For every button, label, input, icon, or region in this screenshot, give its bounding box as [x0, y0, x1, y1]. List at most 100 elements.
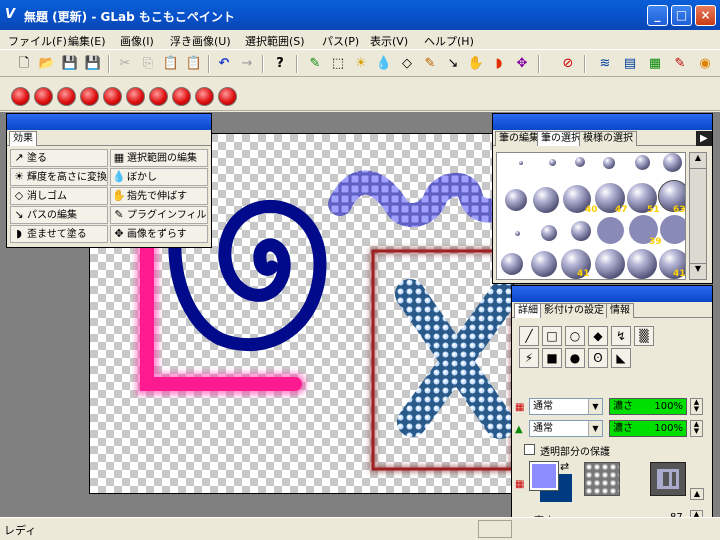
panel-title-bar[interactable]: [493, 114, 712, 130]
record-button-6[interactable]: [126, 87, 145, 106]
menu-path[interactable]: パス(P): [322, 33, 359, 49]
brush-swatch[interactable]: [515, 231, 520, 236]
new-icon[interactable]: 🗋: [14, 54, 34, 74]
opacity-spinner-2[interactable]: ▲ ▼: [690, 420, 703, 437]
save-icon[interactable]: 💾: [60, 54, 80, 74]
paste-icon[interactable]: 📋: [161, 54, 181, 74]
stop-icon[interactable]: ⊘: [558, 54, 578, 74]
brush-swatch[interactable]: [549, 159, 556, 166]
record-button-2[interactable]: [34, 87, 53, 106]
panel-title-bar[interactable]: [7, 114, 211, 130]
menu-help[interactable]: ヘルプ(H): [424, 33, 474, 49]
cut-icon[interactable]: ✂: [115, 54, 135, 74]
tab-detail[interactable]: 詳細: [514, 303, 542, 318]
scroll-down-icon[interactable]: ▼: [690, 263, 706, 279]
rect-filled-icon[interactable]: ■: [542, 348, 562, 368]
record-button-5[interactable]: [103, 87, 122, 106]
rect-outline-icon[interactable]: □: [542, 326, 562, 346]
shift-image-icon[interactable]: ✥: [512, 54, 532, 74]
brush-swatch[interactable]: [505, 189, 527, 211]
foreground-color-swatch[interactable]: [529, 461, 559, 491]
brush-swatch[interactable]: [595, 249, 625, 279]
lasso-line-icon[interactable]: ↯: [611, 326, 631, 346]
scroll-up-icon[interactable]: ▲: [690, 153, 706, 169]
smudge-tool-icon[interactable]: ✋: [466, 54, 486, 74]
brightness-height-icon[interactable]: ☀: [351, 54, 371, 74]
copy-icon[interactable]: ⎘: [138, 54, 158, 74]
effect-edit-path[interactable]: ↘ パスの編集: [10, 206, 108, 224]
lasso-icon[interactable]: ʘ: [588, 348, 608, 368]
circle-outline-icon[interactable]: ○: [565, 326, 585, 346]
maximize-button[interactable]: □: [671, 5, 692, 26]
record-button-10[interactable]: [218, 87, 237, 106]
menu-view[interactable]: 表示(V): [370, 33, 408, 49]
menu-image[interactable]: 画像(I): [120, 33, 154, 49]
effect-plugin-filter[interactable]: ✎プラグインフィルター: [110, 206, 208, 224]
pattern-preview[interactable]: [650, 462, 686, 496]
paste-new-icon[interactable]: 📋: [184, 54, 204, 74]
tab-select-pattern[interactable]: 模様の選択: [579, 131, 637, 146]
circle-filled-icon[interactable]: ●: [565, 348, 585, 368]
grid-tool-icon[interactable]: ▦: [645, 54, 665, 74]
opacity-bar-1[interactable]: 濃さ 100%: [609, 398, 687, 415]
path-tool-icon[interactable]: ↘: [443, 54, 463, 74]
record-button-7[interactable]: [149, 87, 168, 106]
brush-swatch[interactable]: [660, 215, 685, 244]
effect-smudge[interactable]: ✋指先で伸ばす: [110, 187, 208, 205]
opacity-spinner-1[interactable]: ▲ ▼: [690, 398, 703, 415]
record-button-9[interactable]: [195, 87, 214, 106]
tab-scroll-arrow[interactable]: ▶: [696, 131, 712, 146]
effect-eraser[interactable]: ◇ 消しゴム: [10, 187, 108, 205]
brush-settings-icon[interactable]: ✎: [670, 54, 690, 74]
effect-blur[interactable]: 💧ぼかし: [110, 168, 208, 186]
blend-mode-select-1[interactable]: 通常 ▼: [529, 398, 603, 415]
brush-swatch[interactable]: [501, 253, 523, 275]
menu-edit[interactable]: 編集(E): [68, 33, 106, 49]
redo-icon[interactable]: →: [237, 54, 257, 74]
pattern-menu-icon[interactable]: ▲: [690, 488, 704, 500]
close-button[interactable]: ×: [695, 5, 716, 26]
effect-shift-image[interactable]: ✥ 画像をずらす: [110, 225, 208, 243]
menu-file[interactable]: ファイル(F): [8, 33, 67, 49]
minimize-button[interactable]: _: [647, 5, 668, 26]
freeform-shape-icon[interactable]: ◆: [588, 326, 608, 346]
paint-tool-icon[interactable]: ✎: [305, 54, 325, 74]
effect-paint[interactable]: ↗ 塗る: [10, 149, 108, 167]
protect-transparency-checkbox[interactable]: [524, 444, 535, 455]
eraser-tool-icon[interactable]: ◇: [397, 54, 417, 74]
opacity-bar-2[interactable]: 濃さ 100%: [609, 420, 687, 437]
line-tool-icon[interactable]: ╱: [519, 326, 539, 346]
wave-icon[interactable]: ≋: [595, 54, 615, 74]
brush-swatch[interactable]: [663, 153, 682, 172]
brush-swatch[interactable]: [519, 161, 523, 165]
brush-swatch[interactable]: [635, 155, 650, 170]
brush-swatch[interactable]: [571, 221, 591, 241]
blend-mode-select-2[interactable]: 通常 ▼: [529, 420, 603, 437]
title-bar[interactable]: V 無題 (更新) - GLab もこもこペイント _ □ ×: [0, 0, 720, 30]
blur-tool-icon[interactable]: 💧: [374, 54, 394, 74]
brush-swatch[interactable]: [575, 157, 585, 167]
warp-paint-icon[interactable]: ◗: [489, 54, 509, 74]
color-wheel-icon[interactable]: ◉: [695, 54, 715, 74]
brush-swatch[interactable]: [541, 225, 557, 241]
texture-preview[interactable]: [584, 462, 620, 496]
polygon-icon[interactable]: ◣: [611, 348, 631, 368]
open-icon[interactable]: 📂: [37, 54, 57, 74]
record-button-3[interactable]: [57, 87, 76, 106]
freehand-icon[interactable]: ⚡: [519, 348, 539, 368]
plugin-filter-icon[interactable]: ✎: [420, 54, 440, 74]
save-as-icon[interactable]: 💾: [83, 54, 103, 74]
brush-swatch[interactable]: [627, 249, 657, 279]
swap-colors-icon[interactable]: ⇄: [560, 460, 569, 473]
tab-effects[interactable]: 効果: [9, 131, 37, 146]
menu-selection[interactable]: 選択範囲(S): [245, 33, 305, 49]
pattern-icon[interactable]: ▤: [620, 54, 640, 74]
effect-warp-paint[interactable]: ◗ 歪ませて塗る: [10, 225, 108, 243]
effect-edit-selection[interactable]: ▦ 選択範囲の編集: [110, 149, 208, 167]
selection-tool-icon[interactable]: ⬚: [328, 54, 348, 74]
tab-shading[interactable]: 影付けの設定: [540, 303, 608, 318]
brush-swatch[interactable]: [531, 251, 557, 277]
tab-select-brush[interactable]: 筆の選択: [537, 131, 585, 146]
effect-brightness-to-height[interactable]: ☀ 輝度を高さに変換: [10, 168, 108, 186]
tab-info[interactable]: 情報: [606, 303, 634, 318]
